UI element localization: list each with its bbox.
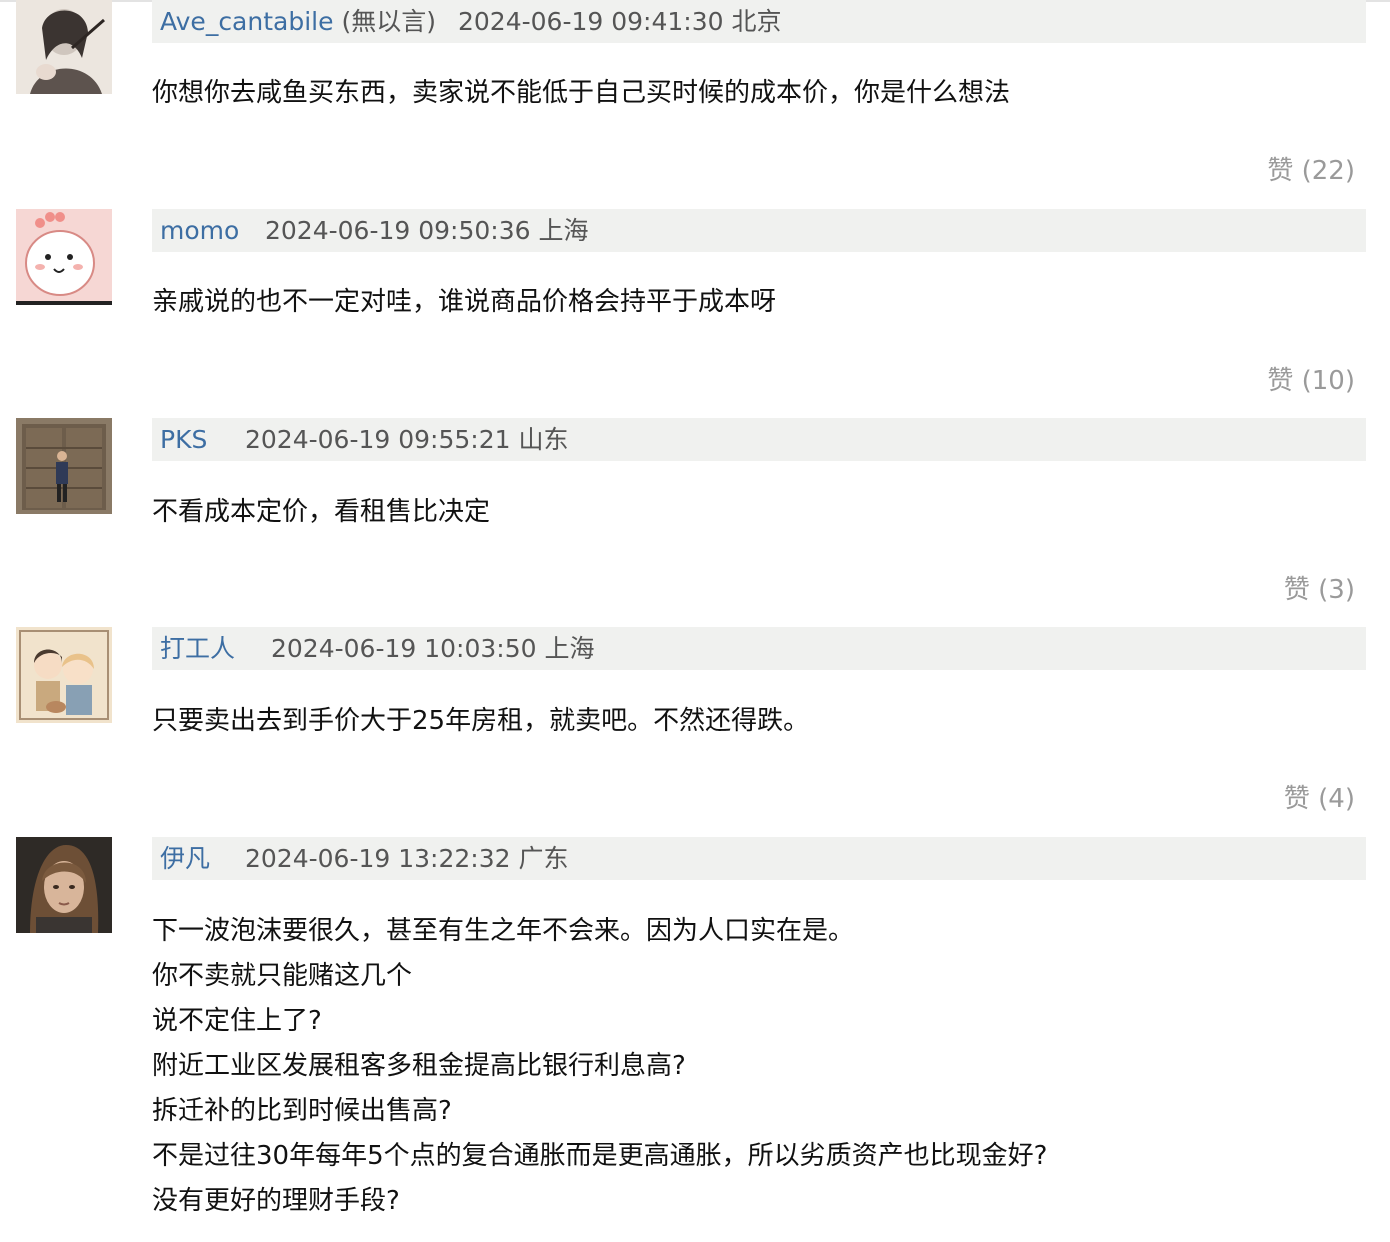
comment-line: 亲戚说的也不一定对哇，谁说商品价格会持平于成本呀 [152,287,777,317]
username-link[interactable]: 伊凡 [160,837,210,880]
comment-line: 只要卖出去到手价大于25年房租，就卖吧。不然还得跌。 [152,706,810,736]
like-count: (4) [1318,784,1355,814]
comment-meta: 2024-06-19 09:41:30 北京 [458,0,781,43]
comment-line: 不是过往30年每年5个点的复合通胀而是更高通胀，所以劣质资产也比现金好? [152,1141,1048,1171]
comment-body: 只要卖出去到手价大于25年房租，就卖吧。不然还得跌。 [152,699,809,744]
avatar[interactable] [16,209,112,305]
comment-time: 2024-06-19 13:22:32 [245,844,511,873]
like-label: 赞 [1267,366,1294,396]
comment-line: 说不定住上了? [152,1006,322,1036]
comment-location: 广东 [518,844,569,873]
username[interactable]: Ave_cantabile [160,7,334,36]
avatar[interactable] [16,418,112,514]
comment-line: 没有更好的理财手段? [152,1186,400,1216]
like-count: (3) [1318,575,1355,605]
comment-time: 2024-06-19 09:50:36 [265,216,531,245]
comment-location: 上海 [544,634,595,663]
comment-line: 拆迁补的比到时候出售高? [152,1096,452,1126]
comment-header: PKS 2024-06-19 09:55:21 山东 [152,418,1366,461]
like-label: 赞 [1267,156,1294,186]
avatar[interactable] [16,837,112,933]
comment-body: 不看成本定价，看租售比决定 [152,490,490,535]
username[interactable]: 伊凡 [160,844,210,873]
like-button[interactable]: 赞 (3) [1284,569,1355,606]
comment-body: 亲戚说的也不一定对哇，谁说商品价格会持平于成本呀 [152,280,776,325]
comment-line: 你想你去咸鱼买东西，卖家说不能低于自己买时候的成本价，你是什么想法 [152,78,1011,108]
username[interactable]: momo [160,216,239,245]
comment-line: 不看成本定价，看租售比决定 [152,497,491,527]
nickname: (無以言) [341,7,437,36]
username[interactable]: 打工人 [160,634,235,663]
comment-header: 伊凡 2024-06-19 13:22:32 广东 [152,837,1366,880]
like-label: 赞 [1283,784,1310,814]
avatar[interactable] [16,0,112,94]
avatar[interactable] [16,627,112,723]
comment-header: 打工人 2024-06-19 10:03:50 上海 [152,627,1366,670]
comment-line: 下一波泡沫要很久，甚至有生之年不会来。因为人口实在是。 [152,916,855,946]
comment-meta: 2024-06-19 13:22:32 广东 [245,837,568,880]
comment-header: momo 2024-06-19 09:50:36 上海 [152,209,1366,252]
like-button[interactable]: 赞 (22) [1267,150,1355,187]
comment-header: Ave_cantabile (無以言) 2024-06-19 09:41:30 北… [152,0,1366,43]
username-link[interactable]: 打工人 [160,627,235,670]
like-button[interactable]: 赞 (10) [1267,360,1355,397]
comment-location: 北京 [731,7,782,36]
comment-location: 山东 [518,425,569,454]
comment-location: 上海 [538,216,589,245]
username[interactable]: PKS [160,425,207,454]
comment-body: 下一波泡沫要很久，甚至有生之年不会来。因为人口实在是。 你不卖就只能赌这几个 说… [152,909,1047,1224]
comment-meta: 2024-06-19 10:03:50 上海 [271,627,594,670]
comment-line: 你不卖就只能赌这几个 [152,961,413,991]
like-button[interactable]: 赞 (4) [1284,778,1355,815]
comment-meta: 2024-06-19 09:55:21 山东 [245,418,568,461]
comment-meta: 2024-06-19 09:50:36 上海 [265,209,588,252]
username-link[interactable]: PKS [160,418,207,461]
comment-body: 你想你去咸鱼买东西，卖家说不能低于自己买时候的成本价，你是什么想法 [152,71,1010,116]
username-link[interactable]: Ave_cantabile (無以言) [160,0,436,43]
like-count: (10) [1301,366,1355,396]
like-count: (22) [1301,156,1355,186]
username-link[interactable]: momo [160,209,239,252]
comment-line: 附近工业区发展租客多租金提高比银行利息高? [152,1051,686,1081]
comment-time: 2024-06-19 09:41:30 [458,7,724,36]
comment-time: 2024-06-19 10:03:50 [271,634,537,663]
like-label: 赞 [1283,575,1310,605]
comment-time: 2024-06-19 09:55:21 [245,425,511,454]
